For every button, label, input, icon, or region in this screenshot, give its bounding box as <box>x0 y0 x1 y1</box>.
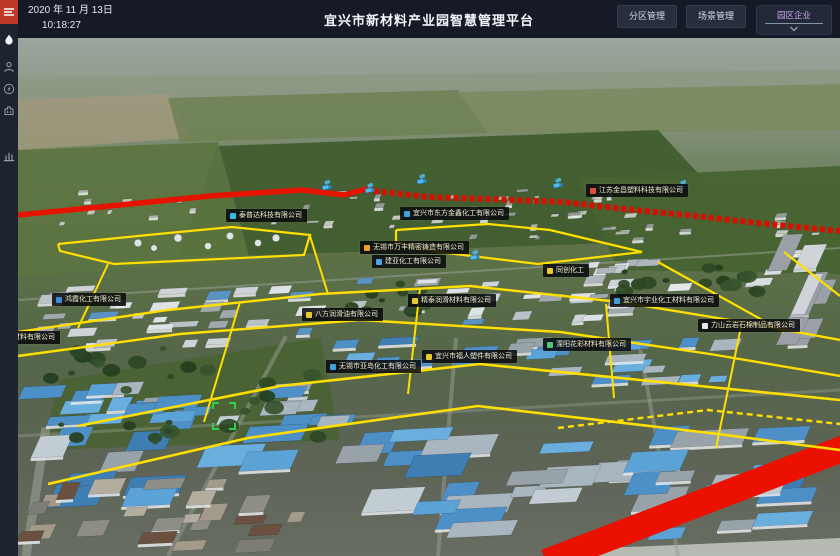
company-marker-icon <box>702 323 708 329</box>
company-label[interactable]: 宜兴市宇业化工材料有限公司 <box>610 294 719 307</box>
company-label-text: 八方润滑油有限公司 <box>315 311 378 318</box>
park-enterprise-dropdown-label: 园区企业 <box>765 9 823 24</box>
company-label[interactable]: 无锡市万丰精密铸造有限公司 <box>360 241 469 254</box>
company-marker-icon <box>56 297 62 303</box>
park-enterprise-dropdown[interactable]: 园区企业 <box>756 5 832 35</box>
chevron-down-icon <box>789 26 799 32</box>
current-date: 2020 年 11 月 13日 <box>28 4 113 19</box>
user-icon <box>3 61 15 73</box>
company-label[interactable]: 建亚化工有限公司 <box>372 255 446 268</box>
company-marker-icon <box>614 298 620 304</box>
company-label[interactable]: 力山云岩石棉制品有限公司 <box>698 319 800 332</box>
company-marker-icon <box>330 364 336 370</box>
company-label[interactable]: 鸿霞化工有限公司 <box>52 293 126 306</box>
personnel-tool-button[interactable] <box>0 59 18 75</box>
menu-button[interactable] <box>0 0 18 24</box>
partition-management-button[interactable]: 分区管理 <box>617 5 677 28</box>
company-marker-icon <box>426 354 432 360</box>
company-marker-icon <box>590 188 596 194</box>
stats-icon <box>3 150 15 162</box>
company-label[interactable]: 溧阳花彩材料有限公司 <box>543 338 631 351</box>
left-toolbar <box>0 0 18 556</box>
company-marker-icon <box>412 298 418 304</box>
company-label-text: 泰普达科技有限公司 <box>239 212 302 219</box>
power-icon <box>3 83 15 95</box>
company-marker-icon <box>230 213 236 219</box>
fire-icon <box>3 34 15 46</box>
company-marker-icon <box>547 342 553 348</box>
company-label-text: 宜兴防火材料有限公司 <box>18 334 55 341</box>
menu-icon <box>3 6 15 18</box>
company-label[interactable]: 八方润滑油有限公司 <box>302 308 383 321</box>
factory-tool-button[interactable] <box>0 102 18 118</box>
company-label-text: 力山云岩石棉制品有限公司 <box>711 322 795 329</box>
company-label[interactable]: 无锡市亚岛化工有限公司 <box>326 360 421 373</box>
company-label-text: 无锡市亚岛化工有限公司 <box>339 363 416 370</box>
company-label[interactable]: 宜兴市东方金鑫化工有限公司 <box>400 207 509 220</box>
company-label[interactable]: 同创化工 <box>543 264 589 277</box>
company-label-text: 宜兴市东方金鑫化工有限公司 <box>413 210 504 217</box>
map-3d-view[interactable]: 鸿霞化工有限公司宜兴防火材料有限公司 泰普达科技有限公司 宜兴市东方金鑫化工有限公司… <box>18 38 840 556</box>
company-label[interactable]: 宜兴市福人塑件有限公司 <box>422 350 517 363</box>
top-header-bar: 2020 年 11 月 13日 10:18:27 宜兴市新材料产业园智慧管理平台… <box>18 0 840 38</box>
current-time: 10:18:27 <box>42 19 113 34</box>
energy-tool-button[interactable] <box>0 81 18 97</box>
company-marker-icon <box>306 312 312 318</box>
company-label-text: 江苏金昌塑料科技有限公司 <box>599 187 683 194</box>
factory-icon <box>3 104 15 116</box>
fire-tool-button[interactable] <box>0 32 18 48</box>
company-labels-layer: 鸿霞化工有限公司宜兴防火材料有限公司 泰普达科技有限公司 宜兴市东方金鑫化工有限公司… <box>18 38 840 556</box>
company-label-text: 无锡市万丰精密铸造有限公司 <box>373 244 464 251</box>
company-label-text: 鸿霞化工有限公司 <box>65 296 121 303</box>
company-label-text: 宜兴市福人塑件有限公司 <box>435 353 512 360</box>
company-label-text: 同创化工 <box>556 267 584 274</box>
datetime-display: 2020 年 11 月 13日 10:18:27 <box>28 4 113 33</box>
company-label-text: 精泰润滑材料有限公司 <box>421 297 491 304</box>
company-marker-icon <box>404 211 410 217</box>
company-label-text: 溧阳花彩材料有限公司 <box>556 341 626 348</box>
scene-management-button[interactable]: 场景管理 <box>686 5 746 28</box>
statistics-tool-button[interactable] <box>0 148 18 164</box>
company-label[interactable]: 宜兴防火材料有限公司 <box>18 331 60 344</box>
company-marker-icon <box>376 259 382 265</box>
company-label[interactable]: 精泰润滑材料有限公司 <box>408 294 496 307</box>
company-label-text: 宜兴市宇业化工材料有限公司 <box>623 297 714 304</box>
header-controls: 分区管理 场景管理 园区企业 <box>608 5 832 35</box>
company-label-text: 建亚化工有限公司 <box>385 258 441 265</box>
company-label[interactable]: 江苏金昌塑料科技有限公司 <box>586 184 688 197</box>
company-label[interactable]: 泰普达科技有限公司 <box>226 209 307 222</box>
company-marker-icon <box>547 268 553 274</box>
page-title: 宜兴市新材料产业园智慧管理平台 <box>324 10 534 29</box>
company-marker-icon <box>364 245 370 251</box>
